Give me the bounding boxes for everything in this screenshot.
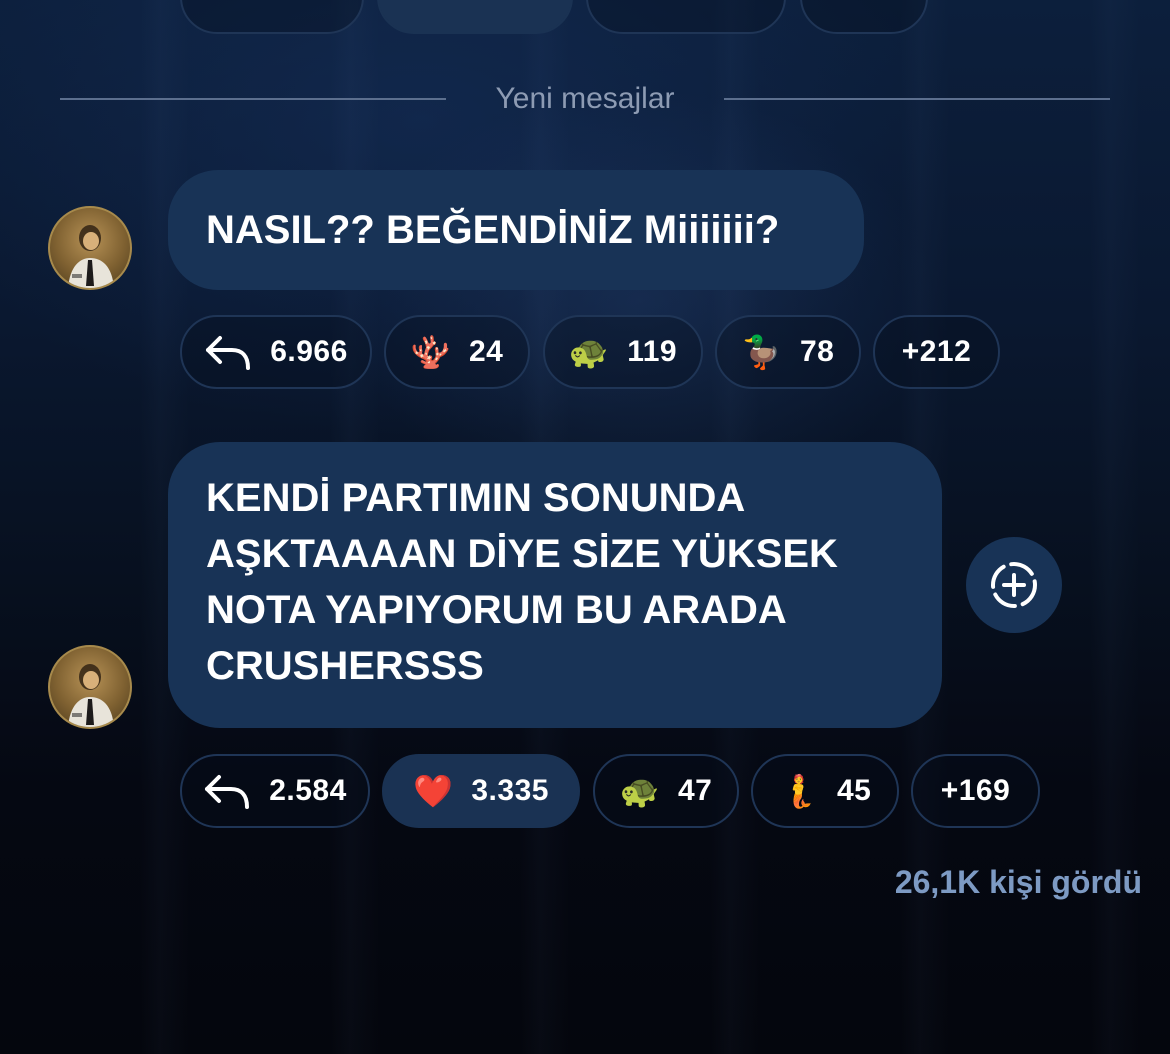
heart-icon: ❤️ [413,772,454,810]
turtle-icon: 🐢 [619,772,660,810]
reply-icon [205,775,250,809]
add-reaction-button[interactable] [966,537,1062,633]
add-reaction-icon [991,562,1037,608]
more-reactions-count: +169 [940,774,1011,807]
avatar[interactable] [48,645,132,729]
reaction-pill-heart[interactable]: ❤️ 3.335 [382,754,580,828]
more-reactions-pill[interactable]: +169 [911,754,1040,828]
message-text-line: NOTA YAPIYORUM BU ARADA [206,588,787,632]
message-2: KENDİ PARTIMIN SONUNDA AŞKTAAAAN DİYE Sİ… [0,0,1170,900]
reaction-count: 45 [836,774,872,807]
reaction-pill-merperson[interactable]: 🧜 45 [751,754,899,828]
reaction-count: 47 [677,774,713,807]
reply-count-pill[interactable]: 2.584 [180,754,370,828]
merperson-icon: 🧜 [778,772,819,810]
reaction-count: 3.335 [471,774,549,807]
avatar-portrait-icon [68,664,114,727]
message-text-line: AŞKTAAAAN DİYE SİZE YÜKSEK [206,532,838,576]
message-text-line: CRUSHERSSS [206,644,484,688]
message-text-line: KENDİ PARTIMIN SONUNDA [206,476,746,520]
message-bubble[interactable]: KENDİ PARTIMIN SONUNDA AŞKTAAAAN DİYE Sİ… [168,442,942,728]
reaction-pill-turtle[interactable]: 🐢 47 [593,754,739,828]
reply-count: 2.584 [269,774,347,807]
view-count: 26,1K kişi gördü [894,864,1142,900]
